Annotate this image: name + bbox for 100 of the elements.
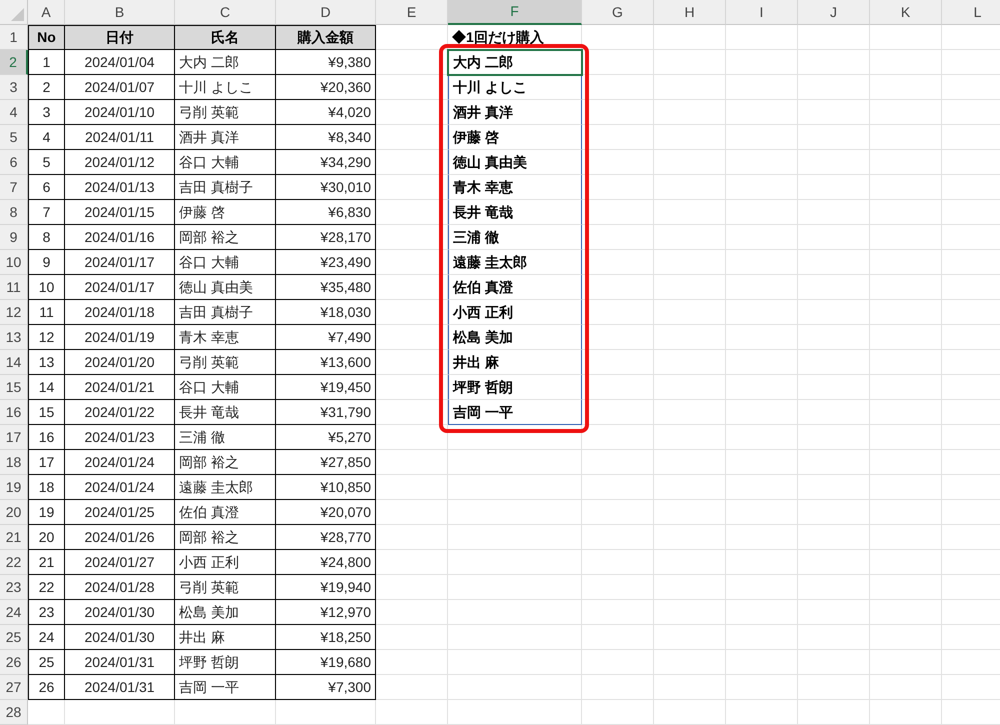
empty-cell[interactable] [798, 675, 870, 700]
empty-cell[interactable] [65, 700, 175, 725]
empty-cell[interactable] [582, 175, 654, 200]
empty-cell[interactable] [870, 275, 942, 300]
row-header[interactable]: 25 [0, 625, 28, 650]
empty-cell[interactable] [798, 525, 870, 550]
row-header[interactable]: 1 [0, 25, 28, 50]
empty-cell[interactable] [582, 75, 654, 100]
empty-cell[interactable] [798, 200, 870, 225]
empty-cell[interactable] [870, 450, 942, 475]
empty-cell[interactable] [798, 250, 870, 275]
empty-cell[interactable] [726, 400, 798, 425]
empty-cell[interactable] [448, 600, 582, 625]
empty-cell[interactable] [726, 375, 798, 400]
empty-cell[interactable] [870, 625, 942, 650]
empty-cell[interactable] [448, 700, 582, 725]
empty-cell[interactable] [870, 425, 942, 450]
empty-cell[interactable] [870, 300, 942, 325]
empty-cell[interactable] [798, 300, 870, 325]
empty-cell[interactable] [798, 375, 870, 400]
empty-cell[interactable] [798, 625, 870, 650]
empty-cell[interactable] [870, 200, 942, 225]
empty-cell[interactable] [870, 350, 942, 375]
empty-cell[interactable] [798, 350, 870, 375]
empty-cell[interactable] [654, 125, 726, 150]
empty-cell[interactable] [726, 525, 798, 550]
empty-cell[interactable] [798, 450, 870, 475]
empty-cell[interactable] [448, 675, 582, 700]
empty-cell[interactable] [726, 125, 798, 150]
empty-cell[interactable] [870, 100, 942, 125]
row-header[interactable]: 17 [0, 425, 28, 450]
empty-cell[interactable] [654, 625, 726, 650]
column-header[interactable]: D [276, 0, 376, 25]
result-cell[interactable]: 三浦 徹 [448, 225, 582, 250]
empty-cell[interactable] [582, 550, 654, 575]
empty-cell[interactable] [726, 475, 798, 500]
empty-cell[interactable] [582, 125, 654, 150]
row-header[interactable]: 23 [0, 575, 28, 600]
empty-cell[interactable] [582, 200, 654, 225]
empty-cell[interactable] [798, 650, 870, 675]
row-header[interactable]: 5 [0, 125, 28, 150]
empty-cell[interactable] [654, 500, 726, 525]
empty-cell[interactable] [654, 650, 726, 675]
empty-cell[interactable] [654, 525, 726, 550]
row-header[interactable]: 2 [0, 50, 28, 75]
empty-cell[interactable] [582, 275, 654, 300]
empty-cell[interactable] [870, 475, 942, 500]
row-header[interactable]: 16 [0, 400, 28, 425]
empty-cell[interactable] [870, 150, 942, 175]
column-header[interactable]: F [448, 0, 582, 25]
empty-cell[interactable] [582, 675, 654, 700]
empty-cell[interactable] [726, 300, 798, 325]
empty-cell[interactable] [870, 700, 942, 725]
empty-cell[interactable] [870, 675, 942, 700]
result-cell[interactable]: 遠藤 圭太郎 [448, 250, 582, 275]
empty-cell[interactable] [726, 50, 798, 75]
empty-cell[interactable] [582, 475, 654, 500]
empty-cell[interactable] [870, 375, 942, 400]
result-cell[interactable]: 吉岡 一平 [448, 400, 582, 425]
empty-cell[interactable] [582, 700, 654, 725]
empty-cell[interactable] [726, 275, 798, 300]
empty-cell[interactable] [870, 575, 942, 600]
empty-cell[interactable] [582, 350, 654, 375]
empty-cell[interactable] [798, 475, 870, 500]
empty-cell[interactable] [726, 500, 798, 525]
column-header[interactable]: C [175, 0, 276, 25]
result-cell[interactable]: 大内 二郎 [448, 50, 582, 75]
empty-cell[interactable] [798, 500, 870, 525]
empty-cell[interactable] [448, 525, 582, 550]
result-cell[interactable]: 佐伯 真澄 [448, 275, 582, 300]
row-header[interactable]: 12 [0, 300, 28, 325]
row-header[interactable]: 26 [0, 650, 28, 675]
empty-cell[interactable] [582, 150, 654, 175]
empty-cell[interactable] [582, 25, 654, 50]
row-header[interactable]: 6 [0, 150, 28, 175]
empty-cell[interactable] [654, 675, 726, 700]
empty-cell[interactable] [798, 575, 870, 600]
empty-cell[interactable] [654, 175, 726, 200]
empty-cell[interactable] [726, 550, 798, 575]
row-header[interactable]: 22 [0, 550, 28, 575]
empty-cell[interactable] [798, 100, 870, 125]
empty-cell[interactable] [798, 25, 870, 50]
empty-cell[interactable] [654, 200, 726, 225]
column-header[interactable]: G [582, 0, 654, 25]
empty-cell[interactable] [276, 700, 376, 725]
empty-cell[interactable] [582, 325, 654, 350]
row-header[interactable]: 11 [0, 275, 28, 300]
empty-cell[interactable] [870, 75, 942, 100]
result-cell[interactable]: 坪野 哲朗 [448, 375, 582, 400]
row-header[interactable]: 10 [0, 250, 28, 275]
empty-cell[interactable] [870, 600, 942, 625]
empty-cell[interactable] [654, 150, 726, 175]
empty-cell[interactable] [582, 425, 654, 450]
empty-cell[interactable] [582, 100, 654, 125]
empty-cell[interactable] [726, 575, 798, 600]
empty-cell[interactable] [726, 150, 798, 175]
select-all-icon[interactable] [11, 8, 24, 21]
empty-cell[interactable] [582, 450, 654, 475]
empty-cell[interactable] [798, 700, 870, 725]
empty-cell[interactable] [654, 300, 726, 325]
